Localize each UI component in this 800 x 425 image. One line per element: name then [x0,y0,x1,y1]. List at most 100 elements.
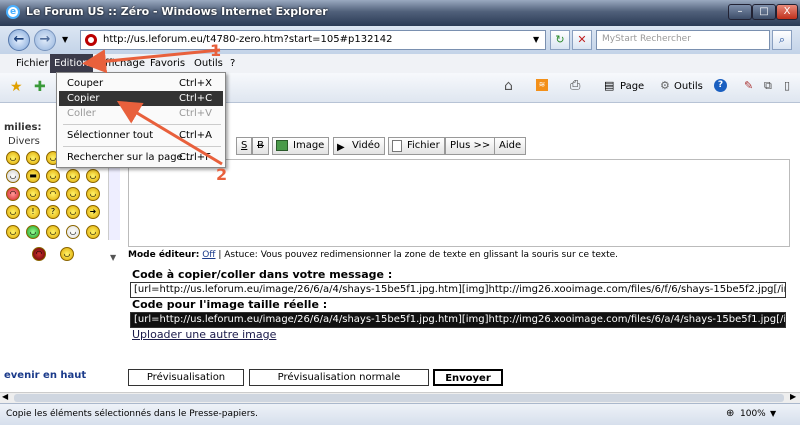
menu-item-selectionner-tout[interactable]: Sélectionner tout Ctrl+A [59,128,223,143]
zoom-level[interactable]: 100% [740,409,766,419]
menu-affichage[interactable]: Affichage [94,54,149,73]
smiley-icon[interactable]: ◡ [6,225,20,239]
menu-item-rechercher[interactable]: Rechercher sur la page... Ctrl+F [59,150,223,165]
menu-item-couper[interactable]: Couper Ctrl+X [59,76,223,91]
image-button-label: Image [293,140,325,151]
rechercher-label: Rechercher sur la page... [67,152,193,163]
image-icon [276,140,288,151]
smiley-icon[interactable]: ◡ [26,151,40,165]
upload-other-link[interactable]: Uploader une autre image [132,328,276,341]
smiley-icon[interactable]: ◡ [66,187,80,201]
search-field[interactable]: MyStart Rechercher [596,30,770,50]
rechercher-shortcut: Ctrl+F [179,152,211,163]
page-menu-label[interactable]: Page [620,81,644,92]
menu-item-coller[interactable]: Coller Ctrl+V [59,106,223,121]
scroll-thumb[interactable] [14,394,784,402]
navigation-bar: ← → ▼ http://us.leforum.eu/t4780-zero.ht… [0,26,800,54]
home-icon[interactable]: ⌂ [504,78,513,94]
help-icon[interactable]: ? [714,79,727,92]
translate-icon[interactable]: ⧉ [764,79,772,93]
url-text[interactable]: http://us.leforum.eu/t4780-zero.htm?star… [103,34,393,45]
smiley-icon[interactable]: ◡ [26,225,40,239]
smiley-icon[interactable]: ? [46,205,60,219]
smiley-icon[interactable]: ◡ [86,187,100,201]
couper-shortcut: Ctrl+X [179,78,213,89]
back-to-top-link[interactable]: evenir en haut [4,370,86,381]
menu-fichier[interactable]: Fichier [12,54,53,73]
send-button[interactable]: Envoyer [433,369,503,386]
scroll-left-icon[interactable]: ◀ [2,392,8,401]
recent-pages-dropdown-icon[interactable]: ▼ [62,35,68,44]
code-full-field[interactable]: [url=http://us.leforum.eu/image/26/6/a/4… [130,312,786,328]
smiley-icon[interactable]: ◡ [66,225,80,239]
forward-button[interactable]: → [34,29,56,51]
smiley-icon[interactable]: ◡ [86,169,100,183]
window-title: Le Forum US :: Zéro - Windows Internet E… [26,5,328,18]
smiley-icon[interactable]: ▬ [26,169,40,183]
smiley-icon[interactable]: ◡ [60,247,74,261]
smilies-scrollbar[interactable] [108,160,120,240]
smiley-icon[interactable]: ◡ [86,225,100,239]
horizontal-scrollbar[interactable]: ◀ ▶ [0,392,800,403]
scroll-right-icon[interactable]: ▶ [790,392,796,401]
research-icon[interactable]: ✎ [744,79,753,92]
mode-toggle-link[interactable]: Off [202,250,215,260]
minimize-button[interactable]: – [728,4,752,20]
mode-label: Mode éditeur: [128,250,200,260]
smiley-icon[interactable]: ◡ [6,151,20,165]
blog-icon[interactable]: ▯ [784,79,790,92]
address-dropdown-icon[interactable]: ▼ [533,35,539,44]
smiley-icon[interactable]: ◡ [66,205,80,219]
smiley-icon[interactable]: ◡ [46,225,60,239]
smilies-label: milies: [4,122,42,133]
favorites-star-icon[interactable]: ★ [10,79,23,95]
code-copy-field[interactable]: [url=http://us.leforum.eu/image/26/6/a/4… [130,282,786,298]
address-bar[interactable]: http://us.leforum.eu/t4780-zero.htm?star… [80,30,546,50]
status-text: Copie les éléments sélectionnés dans le … [6,409,258,419]
search-placeholder: MyStart Rechercher [602,34,691,44]
menu-edition[interactable]: Edition [50,54,93,73]
preview-button[interactable]: Prévisualisation [128,369,244,386]
help-button[interactable]: Aide [494,137,527,155]
tools-menu-label[interactable]: Outils [674,81,703,92]
maximize-button[interactable]: □ [752,4,776,20]
smilies-category-select[interactable]: Divers [8,136,40,147]
video-button[interactable]: ▶ Vidéo [333,137,386,155]
smiley-icon[interactable]: ◠ [32,247,46,261]
file-button[interactable]: Fichier [388,137,445,155]
stop-button[interactable]: ✕ [572,30,592,50]
zoom-dropdown-icon[interactable]: ▼ [770,409,776,418]
underline-button[interactable]: S [236,137,253,155]
search-button[interactable]: ⌕ [772,30,792,50]
smiley-icon[interactable]: ◠ [46,187,60,201]
strike-button[interactable]: B [252,137,269,155]
more-button[interactable]: Plus >> [445,137,496,155]
menu-help[interactable]: ? [226,54,239,73]
smiley-icon[interactable]: ◡ [6,169,20,183]
back-button[interactable]: ← [8,29,30,51]
print-icon[interactable]: ⎙ [570,78,580,93]
menu-outils[interactable]: Outils [190,54,227,73]
menu-favoris[interactable]: Favoris [146,54,189,73]
title-bar: e Le Forum US :: Zéro - Windows Internet… [0,0,800,26]
close-button[interactable]: X [776,4,798,20]
smiley-icon[interactable]: ◡ [26,187,40,201]
smiley-icon[interactable]: ◡ [6,205,20,219]
refresh-button[interactable]: ↻ [550,30,570,50]
smiley-icon[interactable]: ◠ [6,187,20,201]
menu-item-copier[interactable]: Copier Ctrl+C [59,91,223,106]
smiley-icon[interactable]: ◡ [46,169,60,183]
scroll-down-icon[interactable]: ▼ [110,253,116,262]
smiley-icon[interactable]: ◡ [66,169,80,183]
preview-normal-button[interactable]: Prévisualisation normale [249,369,429,386]
smiley-icon[interactable]: ! [26,205,40,219]
video-button-label: Vidéo [352,140,381,151]
zoom-icon: ⊕ [726,408,735,419]
add-favorite-icon[interactable]: ✚ [34,79,46,95]
image-button[interactable]: Image [272,137,330,155]
message-textarea[interactable] [128,159,790,247]
selectionner-tout-shortcut: Ctrl+A [179,130,213,141]
couper-label: Couper [67,78,104,89]
rss-feed-icon[interactable]: ≋ [536,79,548,91]
smiley-icon[interactable]: ➜ [86,205,100,219]
